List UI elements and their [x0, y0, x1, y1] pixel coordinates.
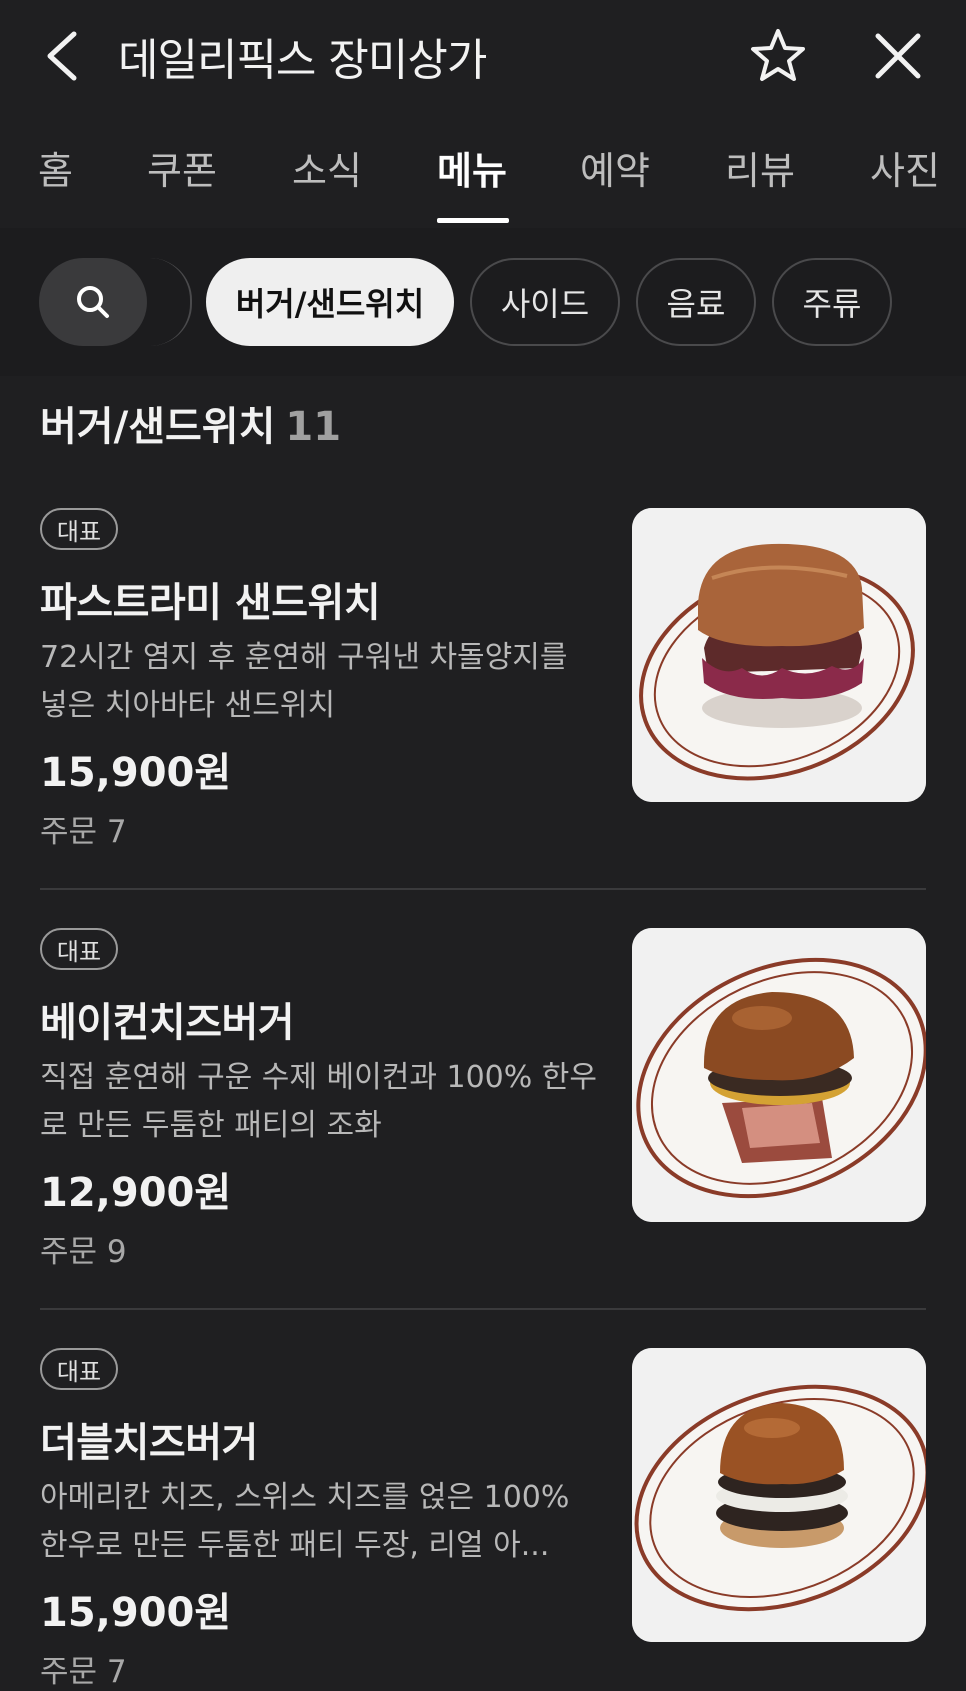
menu-item-order-count: 주문 7 — [40, 814, 127, 850]
section-count: 11 — [285, 404, 342, 450]
search-icon — [77, 286, 109, 318]
tab-news[interactable]: 소식 — [292, 140, 362, 195]
menu-item-description: 72시간 염지 후 훈연해 구워낸 차돌양지를 넣은 치아바타 샌드위치 — [40, 640, 568, 723]
menu-item[interactable]: 대표 베이컨치즈버거 직접 훈연해 구운 수제 베이컨과 100% 한우로 만든… — [0, 928, 966, 1308]
menu-item-description: 직접 훈연해 구운 수제 베이컨과 100% 한우로 만든 두툼한 패티의 조화 — [40, 1060, 597, 1143]
filter-chip-burger-sandwich[interactable]: 버거/샌드위치 — [206, 258, 454, 346]
menu-item-photo — [632, 928, 926, 1222]
tab-bar: 홈 쿠폰 소식 메뉴 예약 리뷰 사진 — [0, 118, 966, 230]
signature-badge: 대표 — [40, 508, 118, 550]
signature-badge: 대표 — [40, 928, 118, 970]
menu-item-description: 아메리칸 치즈, 스위스 치즈를 얹은 100% 한우로 만든 두툼한 패티 두… — [40, 1480, 570, 1563]
menu-item-order-count: 주문 7 — [40, 1654, 127, 1690]
chevron-left-icon — [47, 31, 77, 81]
menu-item-photo — [632, 508, 926, 802]
chip-scroll-divider — [150, 258, 192, 346]
close-icon — [875, 33, 921, 79]
tab-home[interactable]: 홈 — [38, 140, 73, 195]
double-cheese-burger-image — [632, 1348, 926, 1642]
menu-item[interactable]: 대표 파스트라미 샌드위치 72시간 염지 후 훈연해 구워낸 차돌양지를 넣은… — [0, 508, 966, 888]
signature-badge: 대표 — [40, 1348, 118, 1390]
section-title: 버거/샌드위치 11 — [40, 394, 341, 452]
section-title-label: 버거/샌드위치 — [40, 404, 276, 450]
tab-menu[interactable]: 메뉴 — [437, 140, 507, 195]
item-divider — [40, 1308, 926, 1310]
menu-item[interactable]: 대표 더블치즈버거 아메리칸 치즈, 스위스 치즈를 얹은 100% 한우로 만… — [0, 1348, 966, 1690]
menu-item-price: 15,900원 — [40, 1590, 232, 1636]
star-outline-icon — [751, 29, 805, 81]
menu-item-price: 12,900원 — [40, 1170, 232, 1216]
tab-photos[interactable]: 사진 — [870, 140, 940, 195]
menu-item-name: 더블치즈버거 — [40, 1420, 258, 1466]
menu-item-photo — [632, 1348, 926, 1642]
favorite-button[interactable] — [748, 26, 808, 86]
menu-item-name: 베이컨치즈버거 — [40, 1000, 295, 1046]
active-tab-indicator — [437, 218, 509, 223]
filter-chip-alcohol[interactable]: 주류 — [772, 258, 892, 346]
menu-item-order-count: 주문 9 — [40, 1234, 127, 1270]
menu-item-price: 15,900원 — [40, 750, 232, 796]
menu-search-button[interactable] — [39, 258, 147, 346]
pastrami-sandwich-image — [632, 508, 926, 802]
close-button[interactable] — [870, 28, 926, 84]
filter-chip-drinks[interactable]: 음료 — [636, 258, 756, 346]
top-bar: 데일리픽스 장미상가 — [0, 0, 966, 115]
back-button[interactable] — [40, 26, 90, 86]
page-title: 데일리픽스 장미상가 — [118, 35, 487, 86]
tab-reviews[interactable]: 리뷰 — [725, 140, 795, 195]
item-divider — [40, 888, 926, 890]
bacon-cheese-burger-image — [632, 928, 926, 1222]
category-filter-bar: 버거/샌드위치 사이드 음료 주류 — [0, 228, 966, 376]
filter-chip-side[interactable]: 사이드 — [470, 258, 620, 346]
menu-item-name: 파스트라미 샌드위치 — [40, 580, 381, 626]
tab-reservation[interactable]: 예약 — [580, 140, 650, 195]
tab-coupon[interactable]: 쿠폰 — [147, 140, 217, 195]
